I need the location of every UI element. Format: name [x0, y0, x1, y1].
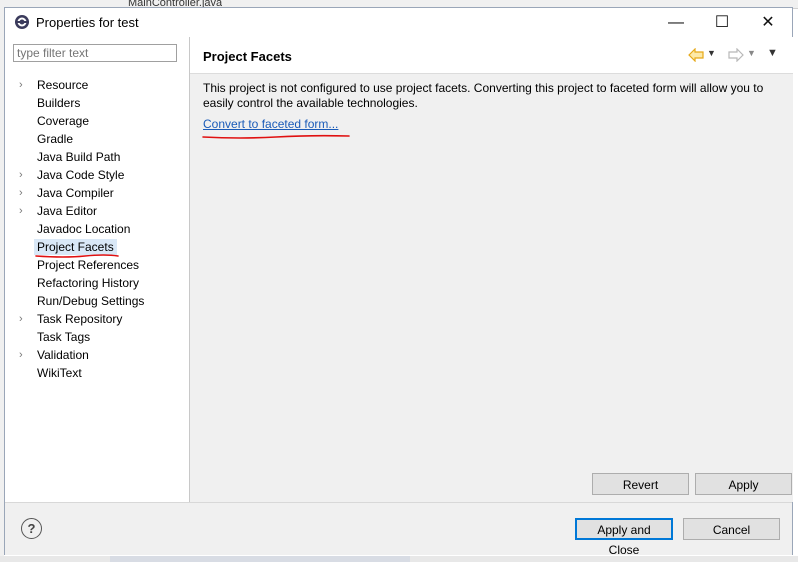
close-button[interactable]: ✕: [745, 8, 791, 37]
dialog-footer: ? Apply and Close Cancel: [5, 502, 792, 557]
tree-item-label: Java Compiler: [37, 186, 114, 200]
chevron-right-icon[interactable]: ›: [19, 202, 29, 220]
maximize-button[interactable]: ☐: [699, 8, 745, 37]
tree-item-java-code-style[interactable]: › Java Code Style: [5, 166, 189, 184]
navigation-pane: › Resource Builders Coverage Gradle Java Buil…: [5, 37, 190, 502]
tree-item-label: Java Editor: [37, 204, 98, 218]
apply-and-close-button[interactable]: Apply and Close: [575, 518, 673, 557]
tree-item-label: Builders: [37, 96, 81, 110]
tree-item-label: Task Repository: [37, 312, 123, 326]
tree-item-label: WikiText: [37, 366, 82, 380]
tree-item-java-build-path[interactable]: Java Build Path: [5, 148, 189, 166]
chevron-right-icon[interactable]: ›: [19, 346, 29, 364]
back-arrow-icon[interactable]: [688, 48, 704, 62]
dialog-body: › Resource Builders Coverage Gradle Java Buil…: [5, 37, 793, 502]
page-header: Project Facets ▼ ▼ ▼: [190, 37, 793, 74]
chevron-right-icon[interactable]: ›: [19, 166, 29, 184]
tree-item-project-references[interactable]: Project References: [5, 256, 189, 274]
tree-item-label: Java Build Path: [37, 150, 121, 164]
window-title: Properties for test: [36, 15, 139, 30]
tree-item-label: Task Tags: [37, 330, 91, 344]
tree-item-builders[interactable]: Builders: [5, 94, 189, 112]
minimize-button[interactable]: —: [653, 8, 699, 37]
property-tree: › Resource Builders Coverage Gradle Java Buil…: [5, 76, 189, 382]
tree-item-label: Project References: [37, 258, 140, 272]
tree-item-java-editor[interactable]: › Java Editor: [5, 202, 189, 220]
convert-faceted-link[interactable]: Convert to faceted form...: [203, 117, 338, 131]
back-history-dropdown-icon[interactable]: ▼: [707, 48, 716, 58]
tree-item-validation[interactable]: › Validation: [5, 346, 189, 364]
tree-item-label: Coverage: [37, 114, 90, 128]
forward-history-dropdown-icon[interactable]: ▼: [747, 48, 756, 58]
filter-input[interactable]: [13, 44, 177, 62]
chevron-right-icon[interactable]: ›: [19, 184, 29, 202]
tree-item-label: Refactoring History: [37, 276, 140, 290]
view-menu-icon[interactable]: ▼: [767, 47, 778, 59]
tree-item-refactoring-history[interactable]: Refactoring History: [5, 274, 189, 292]
tree-item-javadoc-location[interactable]: Javadoc Location: [5, 220, 189, 238]
tree-item-gradle[interactable]: Gradle: [5, 130, 189, 148]
revert-button[interactable]: Revert: [592, 473, 689, 495]
cancel-button[interactable]: Cancel: [683, 518, 780, 540]
tree-item-wikitext[interactable]: WikiText: [5, 364, 189, 382]
tree-item-project-facets[interactable]: Project Facets: [5, 238, 189, 258]
tree-item-label: Run/Debug Settings: [37, 294, 145, 308]
chevron-right-icon[interactable]: ›: [19, 310, 29, 328]
forward-arrow-icon[interactable]: [728, 48, 744, 62]
apply-button[interactable]: Apply: [695, 473, 792, 495]
tree-item-task-repository[interactable]: › Task Repository: [5, 310, 189, 328]
content-pane: Project Facets ▼ ▼ ▼ This project is not…: [190, 37, 793, 502]
tree-item-label: Gradle: [37, 132, 74, 146]
chevron-right-icon[interactable]: ›: [19, 76, 29, 94]
help-icon[interactable]: ?: [21, 518, 42, 539]
eclipse-app-icon: [15, 15, 29, 29]
page-description: This project is not configured to use pr…: [203, 81, 764, 110]
tree-item-label: Javadoc Location: [37, 222, 131, 236]
tree-item-label: Resource: [37, 78, 89, 92]
tree-item-coverage[interactable]: Coverage: [5, 112, 189, 130]
tree-item-java-compiler[interactable]: › Java Compiler: [5, 184, 189, 202]
tree-item-task-tags[interactable]: Task Tags: [5, 328, 189, 346]
properties-dialog: Properties for test — ☐ ✕ › Resource Build…: [4, 7, 793, 557]
background-bottom-tabs: [110, 556, 410, 562]
red-underline-annotation: [202, 134, 350, 139]
page-title: Project Facets: [203, 49, 292, 64]
tree-item-run-debug-settings[interactable]: Run/Debug Settings: [5, 292, 189, 310]
tree-item-label: Validation: [37, 348, 89, 362]
tree-item-label: Java Code Style: [37, 168, 125, 182]
tree-item-resource[interactable]: › Resource: [5, 76, 189, 94]
title-bar: Properties for test — ☐ ✕: [5, 8, 792, 37]
